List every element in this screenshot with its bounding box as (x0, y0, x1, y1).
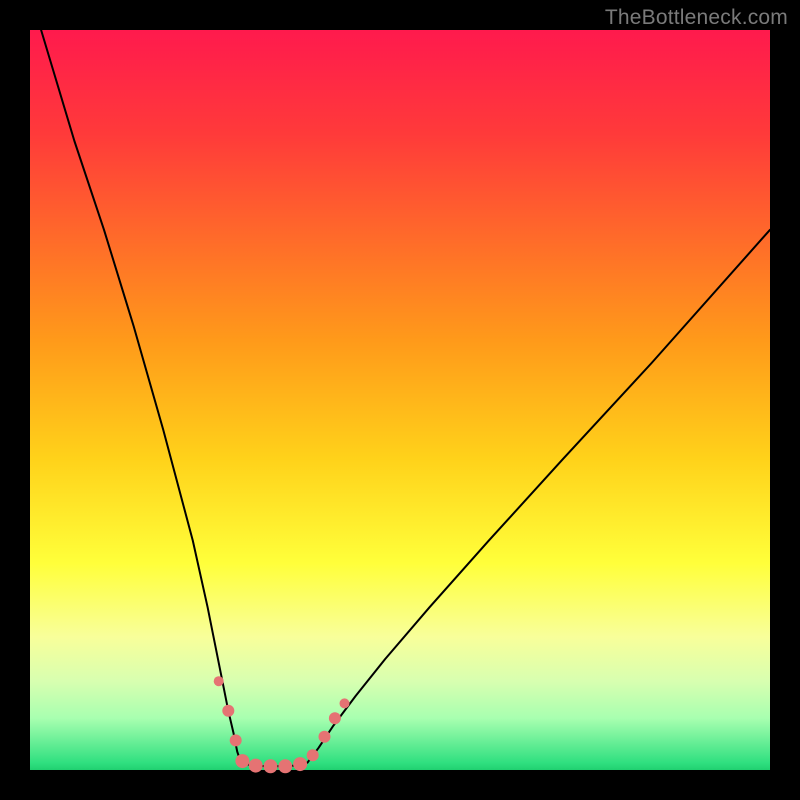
marker-point (278, 759, 292, 773)
chart-frame: TheBottleneck.com (0, 0, 800, 800)
marker-point (264, 759, 278, 773)
marker-point (249, 759, 263, 773)
watermark-text: TheBottleneck.com (605, 6, 788, 30)
curve-layer (30, 30, 770, 770)
marker-point (340, 698, 350, 708)
marker-point (214, 676, 224, 686)
marker-point (222, 705, 234, 717)
marker-point (235, 754, 249, 768)
marker-point (307, 749, 319, 761)
marker-point (329, 712, 341, 724)
plot-area (30, 30, 770, 770)
marker-point (293, 757, 307, 771)
marker-group (214, 676, 350, 773)
marker-point (230, 734, 242, 746)
marker-point (319, 731, 331, 743)
bottleneck-curve (41, 30, 770, 766)
